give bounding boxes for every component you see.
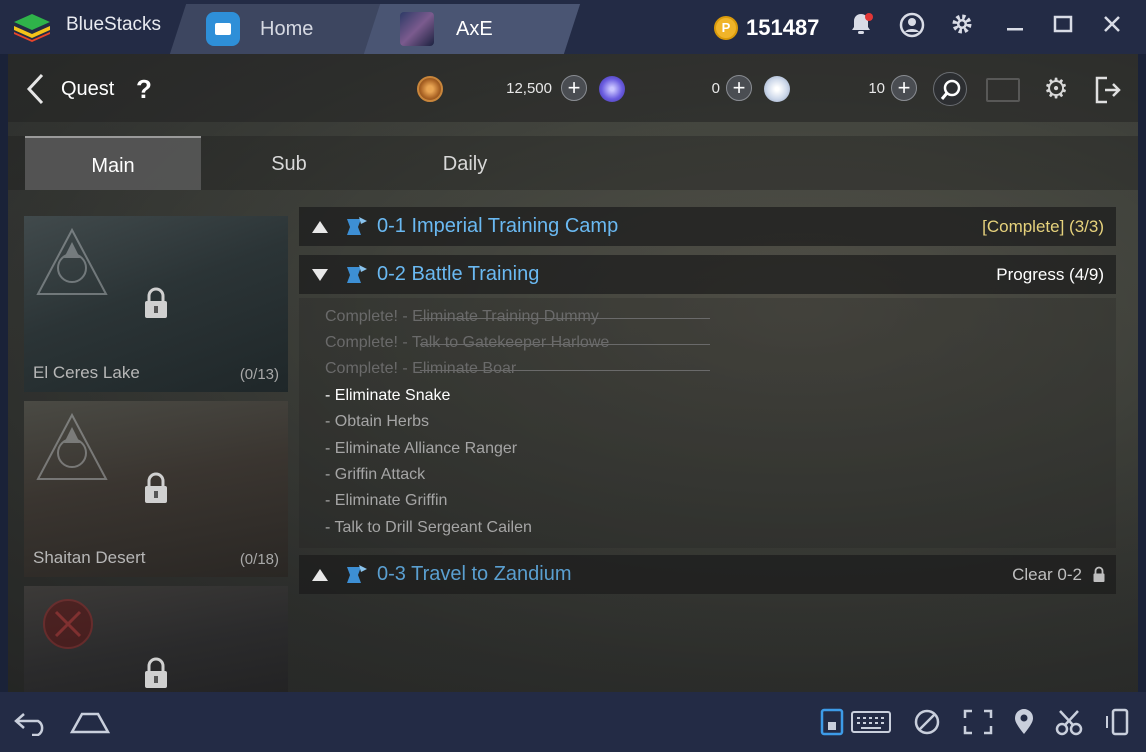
- phone-rotate-icon[interactable]: [1104, 708, 1134, 736]
- app-name: BlueStacks: [66, 14, 162, 35]
- objective-item: Complete! - Eliminate Training Dummy: [325, 308, 710, 326]
- collapse-arrow-icon: [312, 569, 328, 581]
- bluestacks-points-icon[interactable]: P: [714, 16, 738, 40]
- page-title: Quest: [61, 78, 115, 100]
- keyboard-mode-icon[interactable]: [820, 708, 844, 736]
- add-gem-button[interactable]: +: [726, 75, 752, 101]
- quest-status: [Complete] (3/3): [982, 217, 1104, 236]
- region-emblem-icon: [36, 412, 108, 480]
- add-gold-button[interactable]: +: [561, 75, 587, 101]
- objective-item: - Eliminate Alliance Ranger: [325, 440, 518, 457]
- gold-coin-icon: [417, 76, 443, 102]
- region-card-el-ceres-lake[interactable]: El Ceres Lake (0/13): [24, 216, 288, 392]
- map-icon[interactable]: [986, 78, 1020, 102]
- title-bar: BlueStacks Home AxE P 151487: [0, 0, 1146, 54]
- region-emblem-icon: [36, 227, 108, 295]
- lock-icon: [1093, 566, 1105, 582]
- quest-scroll-icon: [347, 565, 367, 583]
- quest-scroll-icon: [347, 217, 367, 235]
- help-button[interactable]: ?: [129, 74, 159, 104]
- eye-slash-icon[interactable]: [912, 708, 942, 736]
- quest-row-0-1[interactable]: 0-1 Imperial Training Camp [Complete] (3…: [299, 207, 1116, 246]
- objective-item-current: - Eliminate Snake: [325, 387, 451, 404]
- region-emblem-icon: [43, 599, 93, 649]
- white-crystal-icon: [764, 76, 790, 102]
- quest-row-0-2[interactable]: 0-2 Battle Training Progress (4/9): [299, 255, 1116, 294]
- objective-item: - Obtain Herbs: [325, 413, 430, 430]
- gears-icon[interactable]: ⚙: [1039, 72, 1073, 106]
- tab-axe-label: AxE: [456, 17, 493, 40]
- tab-home[interactable]: Home: [206, 4, 313, 54]
- region-name: Shaitan Desert: [33, 548, 146, 567]
- tab-home-label: Home: [260, 17, 314, 40]
- bottom-bar: [0, 692, 1146, 752]
- region-progress: (0/13): [239, 366, 279, 383]
- search-icon: [940, 79, 961, 100]
- notification-dot: [865, 13, 873, 21]
- region-name: El Ceres Lake: [33, 363, 140, 382]
- fullscreen-icon[interactable]: [962, 708, 994, 736]
- tab-main[interactable]: Main: [25, 136, 201, 190]
- lock-icon: [145, 287, 167, 318]
- settings-gear-icon[interactable]: [947, 12, 977, 42]
- quest-objectives: Complete! - Eliminate Training Dummy Com…: [299, 298, 1116, 548]
- quest-scroll-icon: [347, 265, 367, 283]
- lock-icon: [145, 657, 167, 688]
- objective-item: - Talk to Drill Sergeant Cailen: [325, 519, 532, 536]
- bluestacks-logo-icon: [14, 14, 50, 42]
- quest-title: 0-2 Battle Training: [377, 263, 540, 285]
- game-viewport: Quest ? 12,500 + 0 + 10 + ⚙ Main Sub Dai…: [8, 54, 1138, 692]
- minimize-icon[interactable]: [1000, 12, 1030, 42]
- back-arrow-icon[interactable]: [24, 72, 46, 106]
- quest-title: 0-1 Imperial Training Camp: [377, 215, 619, 237]
- expand-arrow-icon: [312, 269, 328, 281]
- region-progress: (0/18): [239, 551, 279, 568]
- tab-daily[interactable]: Daily: [377, 136, 553, 190]
- tab-axe[interactable]: AxE: [400, 4, 493, 54]
- keyboard-icon[interactable]: [850, 708, 892, 736]
- quest-top-bar: Quest ? 12,500 + 0 + 10 + ⚙: [8, 54, 1138, 122]
- quest-tabs: Main Sub Daily: [8, 136, 1138, 190]
- quest-status: Progress (4/9): [996, 265, 1104, 284]
- lock-icon: [145, 472, 167, 503]
- home-icon: [206, 12, 240, 46]
- purple-gem-icon: [599, 76, 625, 102]
- exit-icon[interactable]: [1091, 74, 1125, 106]
- android-home-icon[interactable]: [68, 708, 112, 736]
- objective-item: - Eliminate Griffin: [325, 492, 448, 509]
- region-card-third[interactable]: [24, 586, 288, 692]
- gem-value: 0: [711, 80, 720, 97]
- objective-item: Complete! - Eliminate Boar: [325, 360, 710, 378]
- points-value: 151487: [746, 15, 820, 40]
- region-card-shaitan-desert[interactable]: Shaitan Desert (0/18): [24, 401, 288, 577]
- close-icon[interactable]: [1097, 12, 1127, 42]
- tab-sub[interactable]: Sub: [201, 136, 377, 190]
- collapse-arrow-icon: [312, 221, 328, 233]
- location-pin-icon[interactable]: [1012, 708, 1036, 736]
- maximize-icon[interactable]: [1048, 12, 1078, 42]
- gold-value: 12,500: [506, 80, 552, 97]
- scissors-icon[interactable]: [1054, 708, 1084, 736]
- quest-status: Clear 0-2: [1012, 565, 1082, 584]
- crystal-value: 10: [868, 80, 885, 97]
- bluestacks-window: BlueStacks Home AxE P 151487 Quest ? 12,…: [0, 0, 1146, 752]
- add-crystal-button[interactable]: +: [891, 75, 917, 101]
- objective-item: Complete! - Talk to Gatekeeper Harlowe: [325, 334, 710, 352]
- account-icon[interactable]: [897, 12, 927, 42]
- android-back-icon[interactable]: [12, 708, 52, 736]
- quest-title: 0-3 Travel to Zandium: [377, 563, 572, 585]
- search-button[interactable]: [933, 72, 967, 106]
- axe-game-icon: [400, 12, 434, 46]
- objective-item: - Griffin Attack: [325, 466, 426, 483]
- quest-row-0-3[interactable]: 0-3 Travel to Zandium Clear 0-2: [299, 555, 1116, 594]
